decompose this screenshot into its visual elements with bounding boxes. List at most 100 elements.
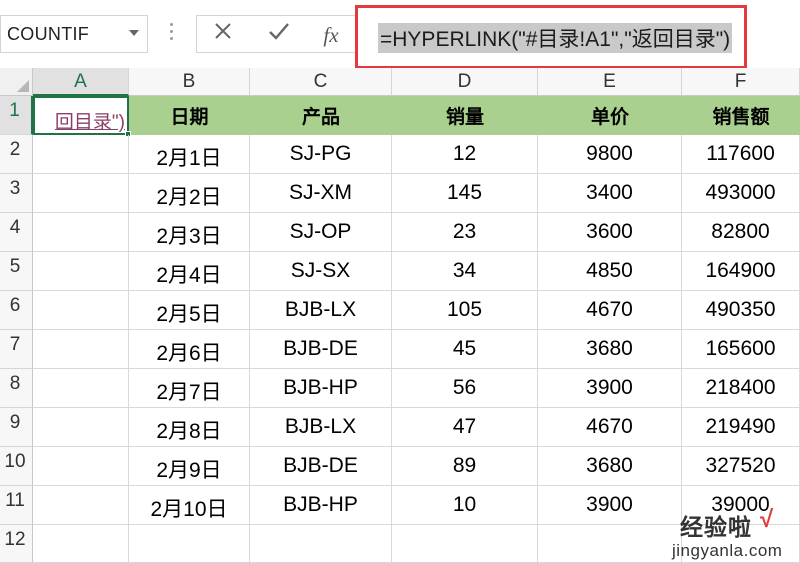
cell-f2[interactable]: 117600 — [682, 135, 800, 174]
cell-e2[interactable]: 9800 — [538, 135, 682, 174]
row-header-3[interactable]: 3 — [0, 174, 33, 213]
cell-c4[interactable]: SJ-OP — [250, 213, 392, 252]
column-header-d[interactable]: D — [392, 68, 538, 96]
close-icon[interactable] — [205, 20, 241, 50]
cell-c8[interactable]: BJB-HP — [250, 369, 392, 408]
row-header-5[interactable]: 5 — [0, 252, 33, 291]
column-header-b[interactable]: B — [129, 68, 250, 96]
cell-f5[interactable]: 164900 — [682, 252, 800, 291]
cell-c11[interactable]: BJB-HP — [250, 486, 392, 525]
cell-f3[interactable]: 493000 — [682, 174, 800, 213]
cell-a4[interactable] — [33, 213, 129, 252]
cell-e8[interactable]: 3900 — [538, 369, 682, 408]
formula-input[interactable]: =HYPERLINK("#目录!A1","返回目录") — [355, 5, 747, 69]
row-header-8[interactable]: 8 — [0, 369, 33, 408]
cell-d4[interactable]: 23 — [392, 213, 538, 252]
cell-e6[interactable]: 4670 — [538, 291, 682, 330]
cell-b10[interactable]: 2月9日 — [129, 447, 250, 486]
cell-b2[interactable]: 2月1日 — [129, 135, 250, 174]
cell-a11[interactable] — [33, 486, 129, 525]
cell-b3[interactable]: 2月2日 — [129, 174, 250, 213]
header-price[interactable]: 单价 — [538, 96, 682, 135]
row-header-10[interactable]: 10 — [0, 447, 33, 486]
checkmark-icon[interactable] — [261, 20, 297, 50]
cell-b6[interactable]: 2月5日 — [129, 291, 250, 330]
header-qty[interactable]: 销量 — [392, 96, 538, 135]
cell-d8[interactable]: 56 — [392, 369, 538, 408]
cell-b5[interactable]: 2月4日 — [129, 252, 250, 291]
column-header-a[interactable]: A — [33, 68, 129, 96]
cell-a2[interactable] — [33, 135, 129, 174]
hyperlink-text[interactable]: 回目录") — [55, 107, 125, 133]
cell-b7[interactable]: 2月6日 — [129, 330, 250, 369]
cell-f6[interactable]: 490350 — [682, 291, 800, 330]
cell-a12[interactable] — [33, 525, 129, 563]
cell-e11[interactable]: 3900 — [538, 486, 682, 525]
cell-c3[interactable]: SJ-XM — [250, 174, 392, 213]
row-header-6[interactable]: 6 — [0, 291, 33, 330]
cell-a9[interactable] — [33, 408, 129, 447]
cell-a7[interactable] — [33, 330, 129, 369]
cell-d9[interactable]: 47 — [392, 408, 538, 447]
cell-c12[interactable] — [250, 525, 392, 563]
cell-e10[interactable]: 3680 — [538, 447, 682, 486]
cell-a8[interactable] — [33, 369, 129, 408]
active-cell-a1[interactable]: 回目录") — [33, 96, 129, 135]
chevron-down-icon[interactable] — [129, 30, 139, 36]
insert-function-button[interactable]: fx — [313, 20, 349, 50]
header-date[interactable]: 日期 — [129, 96, 250, 135]
cell-e4[interactable]: 3600 — [538, 213, 682, 252]
cell-c6[interactable]: BJB-LX — [250, 291, 392, 330]
table-cell-value: 145 — [446, 181, 483, 204]
cell-d2[interactable]: 12 — [392, 135, 538, 174]
cell-b12[interactable] — [129, 525, 250, 563]
cell-f9[interactable]: 219490 — [682, 408, 800, 447]
cell-e7[interactable]: 3680 — [538, 330, 682, 369]
cell-b11[interactable]: 2月10日 — [129, 486, 250, 525]
cell-f4[interactable]: 82800 — [682, 213, 800, 252]
cell-c5[interactable]: SJ-SX — [250, 252, 392, 291]
cell-f7[interactable]: 165600 — [682, 330, 800, 369]
cell-e12[interactable] — [538, 525, 682, 563]
cell-d5[interactable]: 34 — [392, 252, 538, 291]
cell-b9[interactable]: 2月8日 — [129, 408, 250, 447]
cell-d12[interactable] — [392, 525, 538, 563]
cell-b8[interactable]: 2月7日 — [129, 369, 250, 408]
select-all-button[interactable] — [0, 68, 33, 96]
table-cell-value: 89 — [452, 454, 477, 477]
cell-c10[interactable]: BJB-DE — [250, 447, 392, 486]
column-header-e[interactable]: E — [538, 68, 682, 96]
header-sales[interactable]: 销售额 — [682, 96, 800, 135]
row-header-4[interactable]: 4 — [0, 213, 33, 252]
drag-handle-icon[interactable] — [170, 23, 174, 45]
cell-a3[interactable] — [33, 174, 129, 213]
header-product[interactable]: 产品 — [250, 96, 392, 135]
cell-a5[interactable] — [33, 252, 129, 291]
cell-c7[interactable]: BJB-DE — [250, 330, 392, 369]
cell-d11[interactable]: 10 — [392, 486, 538, 525]
cell-d3[interactable]: 145 — [392, 174, 538, 213]
row-header-1[interactable]: 1 — [0, 96, 33, 135]
row-header-2[interactable]: 2 — [0, 135, 33, 174]
row-header-9[interactable]: 9 — [0, 408, 33, 447]
cell-d6[interactable]: 105 — [392, 291, 538, 330]
name-box[interactable]: COUNTIF — [0, 15, 148, 53]
table-cell-value: 45 — [452, 337, 477, 360]
cell-a10[interactable] — [33, 447, 129, 486]
column-header-f[interactable]: F — [682, 68, 800, 96]
row-header-12[interactable]: 12 — [0, 525, 33, 563]
cell-e3[interactable]: 3400 — [538, 174, 682, 213]
cell-c2[interactable]: SJ-PG — [250, 135, 392, 174]
column-header-c[interactable]: C — [250, 68, 392, 96]
cell-a6[interactable] — [33, 291, 129, 330]
cell-d7[interactable]: 45 — [392, 330, 538, 369]
cell-d10[interactable]: 89 — [392, 447, 538, 486]
cell-e5[interactable]: 4850 — [538, 252, 682, 291]
row-header-7[interactable]: 7 — [0, 330, 33, 369]
cell-f8[interactable]: 218400 — [682, 369, 800, 408]
cell-e9[interactable]: 4670 — [538, 408, 682, 447]
cell-b4[interactable]: 2月3日 — [129, 213, 250, 252]
row-header-11[interactable]: 11 — [0, 486, 33, 525]
cell-c9[interactable]: BJB-LX — [250, 408, 392, 447]
cell-f10[interactable]: 327520 — [682, 447, 800, 486]
